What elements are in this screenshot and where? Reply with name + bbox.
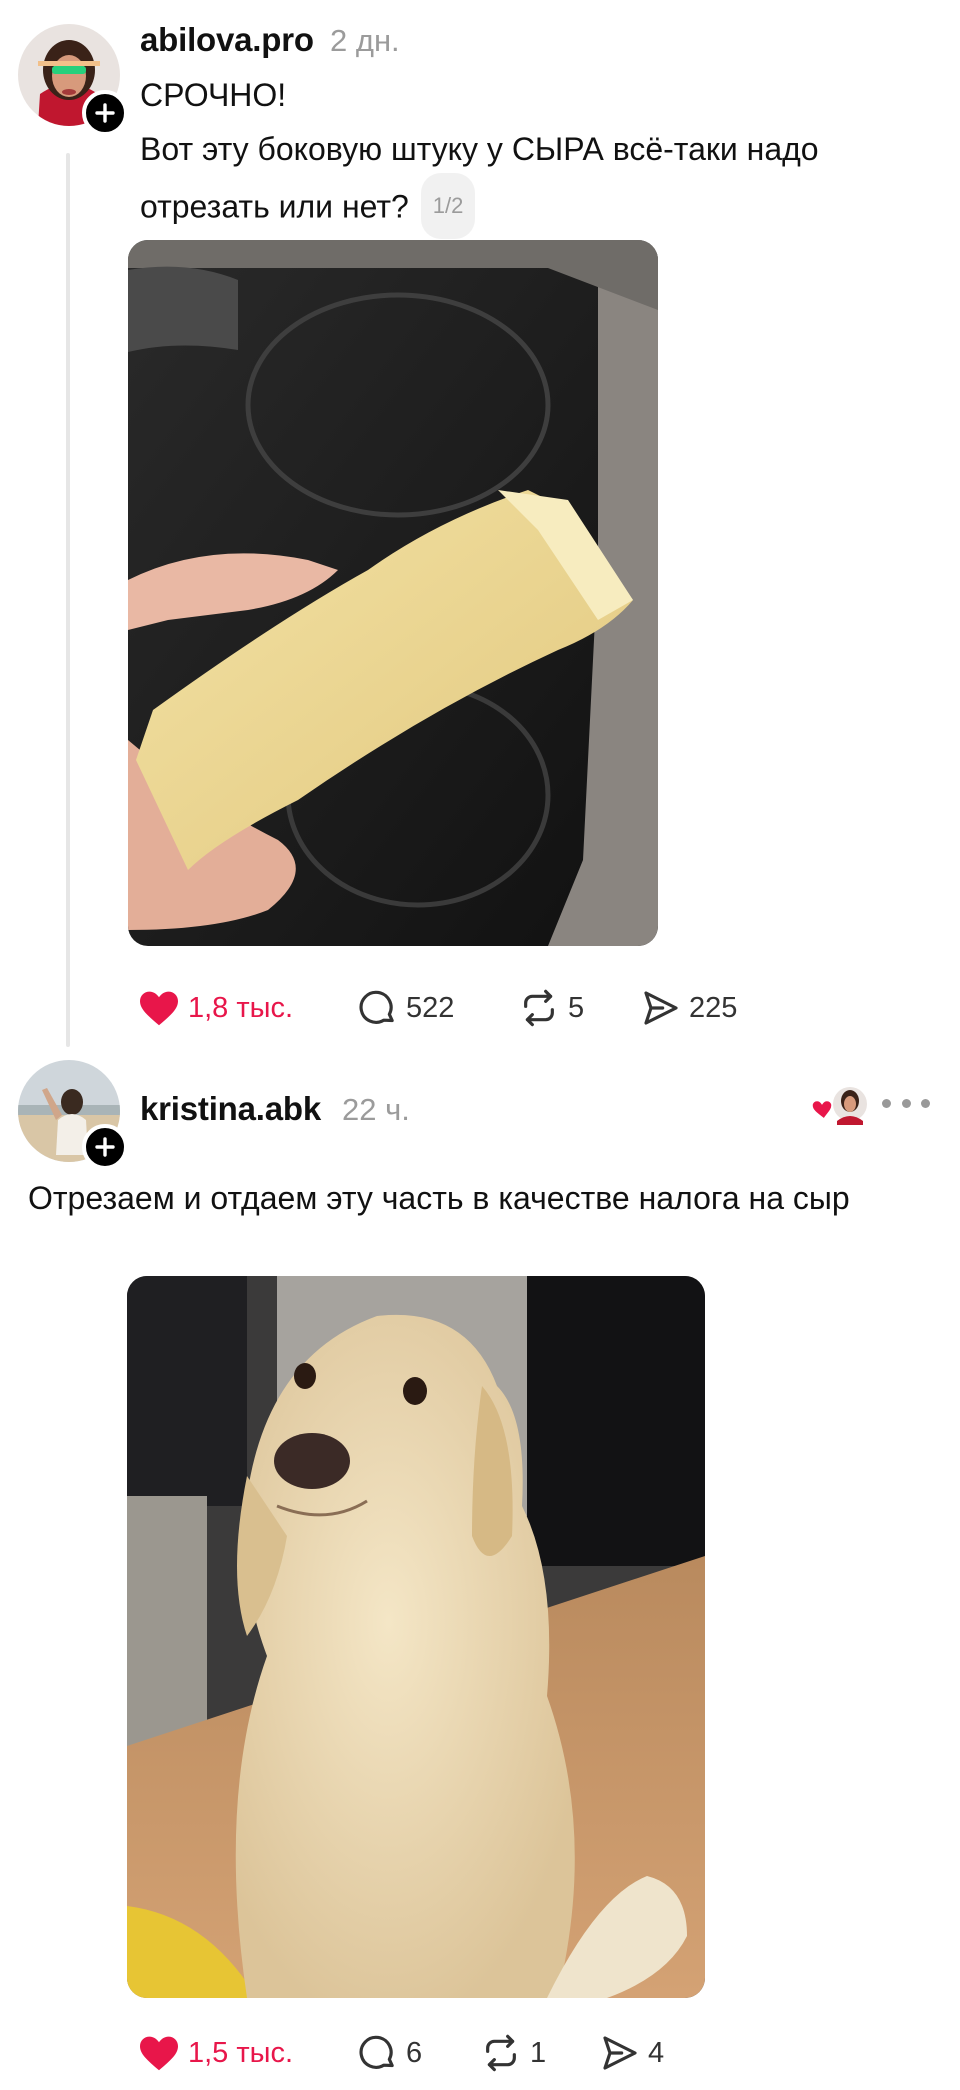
comment-icon xyxy=(359,990,394,1024)
post1-share-count: 225 xyxy=(689,991,738,1024)
heart-icon xyxy=(140,2036,178,2071)
post1-repost-button[interactable]: 5 xyxy=(518,983,584,1033)
post1-line2: Вот эту боковую штуку у СЫРА всё-таки на… xyxy=(140,131,819,167)
post2-comment-count: 6 xyxy=(406,2036,423,2069)
author-liked-indicator xyxy=(811,1085,870,1125)
post2-like-button[interactable]: 1,5 тыс. xyxy=(138,2028,293,2078)
post2-like-count: 1,5 тыс. xyxy=(188,2036,294,2069)
more-icon[interactable] xyxy=(882,1093,930,1113)
repost-icon xyxy=(524,989,554,1027)
post1-line3: отрезать или нет? xyxy=(140,188,409,225)
post1-text: СРОЧНО! Вот эту боковую штуку у СЫРА всё… xyxy=(140,68,819,242)
repost-icon xyxy=(486,2034,516,2072)
heart-icon xyxy=(140,991,178,1026)
heart-icon xyxy=(811,1099,833,1121)
post1-comment-button[interactable]: 522 xyxy=(358,983,454,1033)
post1-photo-cheese[interactable] xyxy=(128,240,658,946)
post1-like-button[interactable]: 1,8 тыс. xyxy=(138,983,293,1033)
post2-photo-dog[interactable] xyxy=(127,1276,705,1998)
post2-text: Отрезаем и отдаем эту часть в качестве н… xyxy=(28,1180,850,1216)
post2-repost-button[interactable]: 1 xyxy=(480,2028,546,2078)
post2-repost-count: 1 xyxy=(530,2036,547,2069)
post2-time: 22 ч. xyxy=(342,1092,410,1127)
post1-line3-wrap: отрезать или нет? 1/2 xyxy=(140,173,819,242)
post2-actions: 1,5 тыс. 6 1 4 xyxy=(138,2028,758,2078)
post2-username[interactable]: kristina.abk xyxy=(140,1090,321,1128)
image-counter: 1/2 xyxy=(420,173,476,239)
post1-share-button[interactable]: 225 xyxy=(641,983,737,1033)
post2-share-button[interactable]: 4 xyxy=(600,2028,664,2078)
more-dot xyxy=(901,1098,911,1108)
post1-repost-count: 5 xyxy=(568,991,585,1024)
thread-line xyxy=(66,153,70,1047)
post1-like-count: 1,8 тыс. xyxy=(188,991,294,1024)
post1-comment-count: 522 xyxy=(406,991,455,1024)
comment-icon xyxy=(359,2035,394,2069)
post1-actions: 1,8 тыс. 522 5 225 xyxy=(138,983,758,1033)
follow-plus-icon[interactable] xyxy=(82,1124,128,1170)
post1-username[interactable]: abilova.pro xyxy=(140,21,314,59)
share-icon xyxy=(644,991,678,1025)
share-icon xyxy=(603,2036,637,2070)
more-dot xyxy=(921,1098,930,1108)
post2-share-count: 4 xyxy=(648,2036,665,2069)
follow-plus-icon[interactable] xyxy=(82,90,128,136)
post1-line1: СРОЧНО! xyxy=(140,77,287,113)
more-dot xyxy=(882,1098,891,1108)
post2-comment-button[interactable]: 6 xyxy=(358,2028,422,2078)
post1-time: 2 дн. xyxy=(330,23,400,58)
